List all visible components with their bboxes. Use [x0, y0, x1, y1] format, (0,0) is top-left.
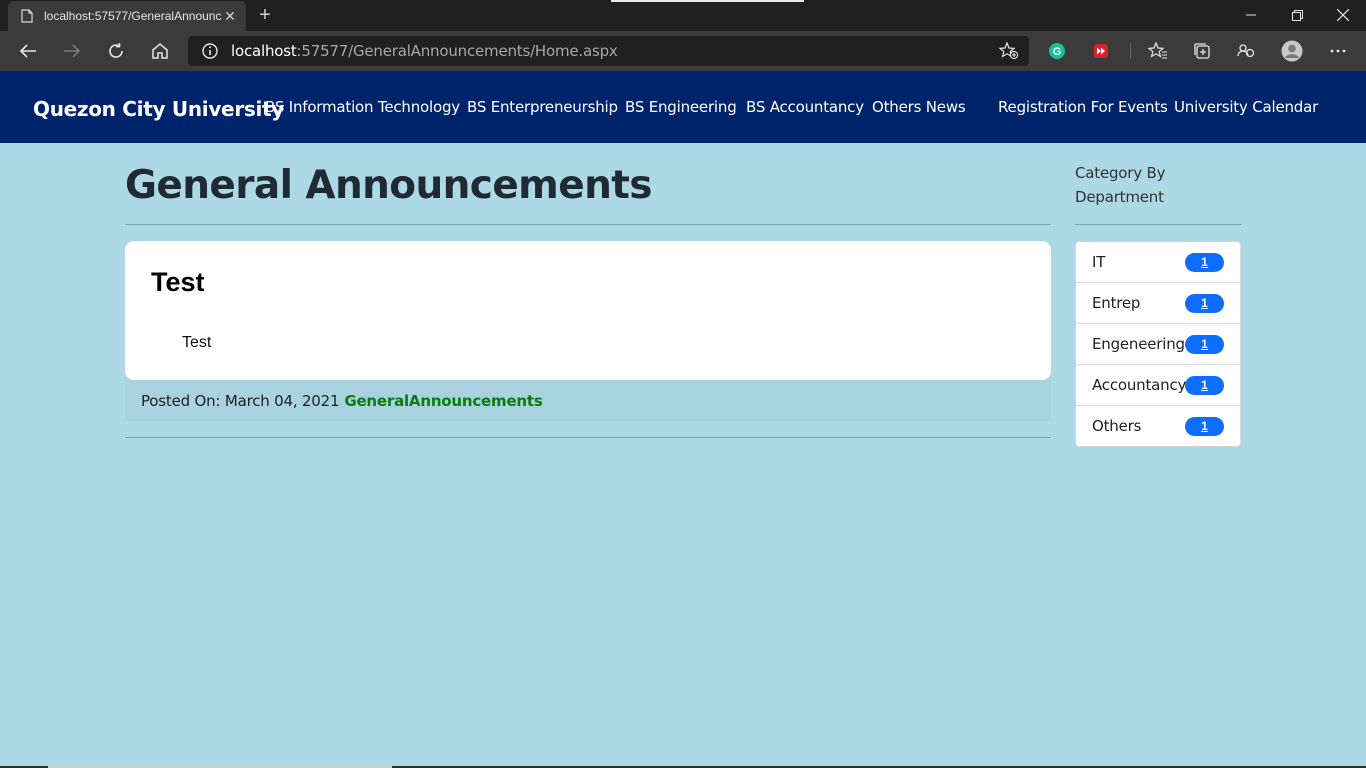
- category-item-it[interactable]: IT 1: [1076, 242, 1240, 283]
- post-footer: Posted On: March 04, 2021 GeneralAnnounc…: [125, 380, 1051, 421]
- site-info-icon[interactable]: [201, 42, 219, 60]
- category-count-badge[interactable]: 1: [1185, 253, 1224, 272]
- category-name: Others: [1092, 417, 1142, 435]
- nav-bs-accountancy[interactable]: BS Accountancy: [746, 98, 864, 116]
- browser-tab[interactable]: localhost:57577/GeneralAnnouncements ✕: [8, 1, 246, 31]
- address-bar[interactable]: localhost:57577/GeneralAnnouncements/Hom…: [188, 36, 1029, 66]
- home-icon[interactable]: [145, 36, 175, 66]
- titlebar-highlight: [611, 0, 804, 2]
- post-card: Test Test: [125, 241, 1051, 380]
- new-tab-icon[interactable]: +: [254, 4, 276, 26]
- page-title: General Announcements: [125, 163, 652, 208]
- svg-text:G: G: [1053, 46, 1062, 58]
- posted-on-text: Posted On: March 04, 2021: [141, 391, 340, 410]
- nav-bs-enterpreneurship[interactable]: BS Enterpreneurship: [467, 98, 618, 116]
- nav-bs-information-technology[interactable]: BS Information Technology: [265, 98, 460, 116]
- browser-titlebar: localhost:57577/GeneralAnnouncements ✕ +: [0, 0, 1366, 31]
- nav-links: BS Information Technology BS Enterpreneu…: [0, 98, 1366, 122]
- forward-icon[interactable]: [57, 36, 87, 66]
- collections-icon[interactable]: [1191, 40, 1213, 62]
- nav-registration-for-events[interactable]: Registration For Events: [998, 98, 1168, 116]
- close-window-icon[interactable]: [1320, 0, 1366, 30]
- back-icon[interactable]: [13, 36, 43, 66]
- post-category-link[interactable]: GeneralAnnouncements: [344, 392, 542, 410]
- extension-icon[interactable]: [1090, 40, 1112, 62]
- close-tab-icon[interactable]: ✕: [222, 8, 238, 25]
- category-name: Accountancy: [1092, 376, 1187, 394]
- nav-others-news[interactable]: Others News: [872, 98, 966, 116]
- post-body: Test: [182, 334, 212, 351]
- more-options-icon[interactable]: [1327, 40, 1349, 62]
- category-count-badge[interactable]: 1: [1185, 294, 1224, 313]
- category-item-others[interactable]: Others 1: [1076, 406, 1240, 446]
- category-name: Engeneering: [1092, 335, 1185, 353]
- refresh-icon[interactable]: [101, 36, 131, 66]
- post-title: Test: [151, 267, 205, 297]
- nav-university-calendar[interactable]: University Calendar: [1174, 98, 1318, 116]
- category-item-entrep[interactable]: Entrep 1: [1076, 283, 1240, 324]
- page-icon: [20, 9, 34, 23]
- category-count-badge[interactable]: 1: [1185, 335, 1224, 354]
- category-name: Entrep: [1092, 294, 1141, 312]
- favorites-icon[interactable]: [1147, 40, 1169, 62]
- category-list: IT 1 Entrep 1 Engeneering 1 Accountancy …: [1075, 241, 1241, 447]
- post-divider: [125, 437, 1051, 438]
- grammarly-icon[interactable]: G: [1046, 40, 1068, 62]
- sidebar-divider: [1075, 224, 1241, 225]
- browser-toolbar: localhost:57577/GeneralAnnouncements/Hom…: [0, 31, 1366, 71]
- profile-sync-icon[interactable]: [1235, 40, 1257, 62]
- site-navbar: Quezon City University BS Information Te…: [0, 71, 1366, 143]
- category-count-badge[interactable]: 1: [1185, 376, 1224, 395]
- category-item-engeneering[interactable]: Engeneering 1: [1076, 324, 1240, 365]
- title-divider: [125, 224, 1051, 225]
- restore-icon[interactable]: [1274, 0, 1320, 30]
- url-text[interactable]: localhost:57577/GeneralAnnouncements/Hom…: [231, 42, 618, 60]
- minimize-icon[interactable]: [1228, 0, 1274, 30]
- nav-bs-engineering[interactable]: BS Engineering: [625, 98, 737, 116]
- add-favorite-icon[interactable]: [998, 41, 1019, 60]
- category-name: IT: [1092, 253, 1106, 271]
- sidebar-heading: Category By Department: [1075, 164, 1166, 206]
- tab-title: localhost:57577/GeneralAnnouncements: [44, 9, 222, 23]
- avatar[interactable]: [1281, 40, 1303, 62]
- category-count-badge[interactable]: 1: [1185, 417, 1224, 436]
- category-item-accountancy[interactable]: Accountancy 1: [1076, 365, 1240, 406]
- toolbar-separator: [1130, 43, 1131, 59]
